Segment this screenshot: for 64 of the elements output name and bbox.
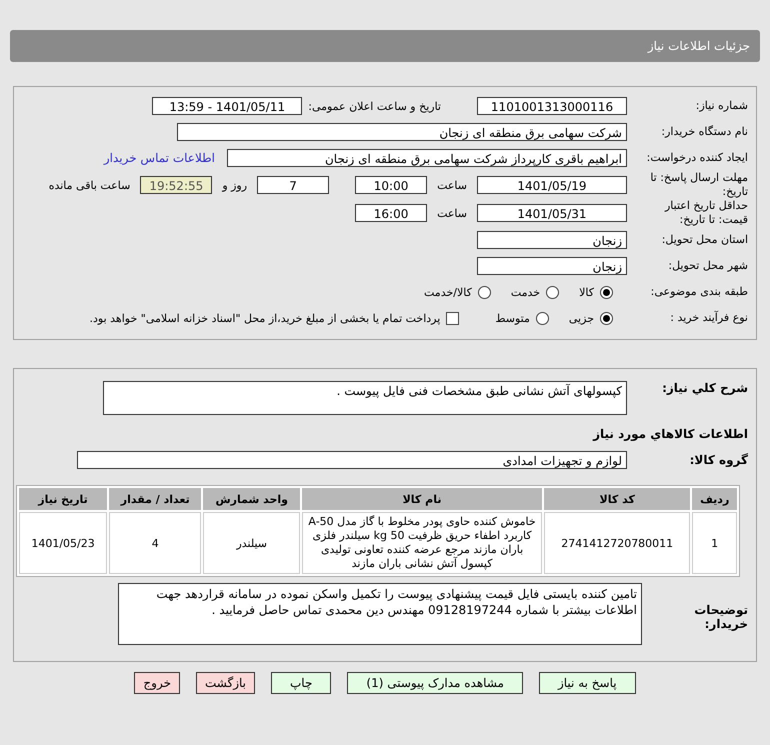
field-label: توضیحات خریدار:	[693, 603, 748, 631]
section-title: اطلاعات كالاهاي مورد نياز	[593, 426, 748, 443]
column-header: کد کالا	[544, 488, 690, 510]
action-button[interactable]: بازگشت	[196, 672, 255, 694]
action-button[interactable]: چاپ	[271, 672, 332, 694]
action-button[interactable]: خروج	[134, 672, 180, 694]
validity-time-field: 16:00	[355, 204, 428, 222]
column-header: واحد شمارش	[203, 488, 300, 510]
field-label: گروه کالا:	[688, 453, 748, 467]
field-label: تاریخ و ساعت اعلان عمومی:	[308, 100, 441, 112]
field-label: ساعت	[437, 178, 467, 192]
field-label: استان محل تحویل:	[660, 233, 748, 247]
radio-label: متوسط	[495, 312, 530, 324]
radio-label: جزیی	[568, 312, 594, 324]
table-cell: 1	[692, 512, 737, 574]
requester-field: ابراهیم باقری کارپرداز شرکت سهامی برق منطقه ای زنجان	[227, 149, 627, 167]
field-label: شماره نیاز:	[694, 99, 748, 113]
field-label: ساعت	[437, 206, 467, 220]
summary-field: کپسولهای آتش نشانی طبق مشخصات فنی فایل پیوست .	[103, 381, 627, 415]
field-label: روز و	[222, 178, 248, 192]
table-cell: 1401/05/23	[19, 512, 108, 574]
buyer-notes-field: تامین کننده بایستی فایل قیمت پیشنهادی پیوست را تکمیل واسکن نموده در سامانه قراردهد جهت اطلاعات بیشتر با شماره 09128197244 مهندس دین محمدی تماس حاصل فرمایید .	[118, 583, 642, 645]
table-cell: سیلندر	[203, 512, 300, 574]
checkbox-label: پرداخت تمام یا بخشی از مبلغ خرید،از محل "اسناد خزانه اسلامی" خواهد بود.	[90, 312, 440, 324]
radio-label: خدمت	[510, 286, 540, 298]
checkbox[interactable]	[446, 312, 460, 324]
column-header: ردیف	[692, 488, 737, 510]
table-cell: 4	[109, 512, 202, 574]
radio-label: کالا	[579, 286, 594, 298]
radio-label: کالا/خدمت	[424, 286, 472, 298]
buyer-contact-link[interactable]: اطلاعات تماس خریدار	[104, 151, 215, 165]
province-field: زنجان	[477, 231, 627, 249]
field-label: نوع فرآیند خرید :	[669, 311, 748, 325]
announce-date-field: 1401/05/11 - 13:59	[152, 97, 302, 115]
field-label: ساعت باقی مانده	[48, 178, 130, 192]
table-cell: خاموش کننده حاوی پودر مخلوط با گاز مدل A-50 کاربرد اطفاء حریق ظرفیت 50 kg سیلندر فلزی باران مازند مرجع عرضه کننده تعاونی تولیدی کپسول آتش نشانی باران مازند	[302, 512, 542, 574]
field-label: نام دستگاه خریدار:	[660, 125, 748, 139]
field-label: حداقل تاریخ اعتبار قیمت: تا تاریخ:	[664, 199, 748, 227]
column-header: تعداد / مقدار	[109, 488, 202, 510]
days-field: 7	[257, 176, 330, 194]
field-label: طبقه بندی موضوعی:	[650, 285, 748, 299]
need-number-field: 1101001313000116	[477, 97, 627, 115]
radio-button[interactable]	[546, 286, 560, 298]
radio-button[interactable]	[478, 286, 491, 298]
buyer-org-field: شرکت سهامی برق منطقه ای زنجان	[177, 123, 627, 141]
validity-date-field: 1401/05/31	[477, 204, 627, 222]
field-label: شرح كلي نياز:	[661, 381, 748, 395]
action-button[interactable]: پاسخ به نیاز	[538, 672, 636, 694]
radio-button[interactable]	[600, 312, 613, 324]
goods-group-field: لوازم و تجهیزات امدادی	[77, 451, 627, 469]
city-field: زنجان	[477, 257, 627, 275]
field-label: ایجاد کننده درخواست:	[646, 151, 748, 165]
field-label: مهلت ارسال پاسخ: تا تاریخ:	[649, 171, 748, 199]
column-header: نام کالا	[302, 488, 542, 510]
page-title: جزئیات اطلاعات نیاز	[648, 39, 750, 53]
radio-button[interactable]	[600, 286, 613, 298]
field-label: شهر محل تحویل:	[667, 259, 748, 273]
action-button[interactable]: مشاهده مدارک پیوستی (1)	[347, 672, 523, 694]
remaining-time-field: 19:52:55	[140, 176, 212, 194]
deadline-time-field: 10:00	[355, 176, 428, 194]
radio-button[interactable]	[536, 312, 549, 324]
table-cell: 2741412720780011	[544, 512, 690, 574]
deadline-date-field: 1401/05/19	[477, 176, 627, 194]
column-header: تاریخ نیاز	[19, 488, 108, 510]
